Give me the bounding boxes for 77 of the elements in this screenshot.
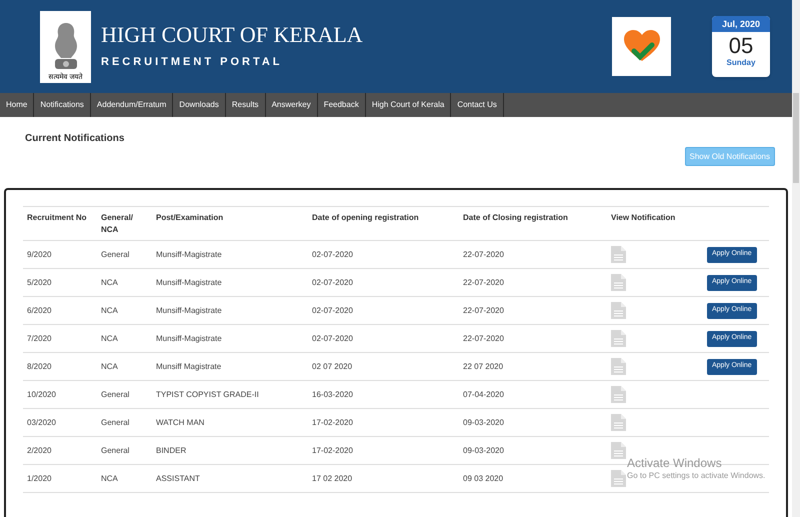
table-cell: ASSISTANT — [156, 474, 200, 482]
nav-link[interactable]: High Court of Kerala — [366, 93, 452, 117]
calendar-day: 05 — [712, 35, 770, 57]
nav-link[interactable]: Addendum/Erratum — [90, 93, 174, 117]
table-cell: 2/2020 — [27, 446, 52, 454]
table-cell: 02-07-2020 — [312, 278, 353, 286]
document-icon[interactable] — [611, 386, 626, 403]
table-cell: Munsiff-Magistrate — [156, 278, 222, 286]
table-cell: 1/2020 — [27, 474, 52, 482]
table-cell: 22-07-2020 — [463, 250, 504, 258]
table-cell: NCA — [101, 334, 118, 342]
column-header: Post/Examination — [156, 213, 224, 222]
table-cell: 10/2020 — [27, 390, 56, 398]
table-cell: NCA — [101, 474, 118, 482]
activation-message: Go to PC settings to activate Windows. — [627, 470, 766, 482]
table-cell: BINDER — [156, 446, 186, 454]
table-cell: 22 07 2020 — [463, 362, 504, 370]
table-cell: 17 02 2020 — [312, 474, 352, 482]
section-heading: Current Notifications — [25, 132, 124, 146]
document-icon[interactable] — [611, 414, 626, 431]
column-header: View Notification — [611, 213, 676, 222]
table-cell: TYPIST COPYIST GRADE-II — [156, 390, 259, 398]
table-cell: 22-07-2020 — [463, 278, 504, 286]
document-icon[interactable] — [611, 274, 626, 291]
table-cell: 8/2020 — [27, 362, 52, 370]
site-title: HIGH COURT OF KERALA — [101, 22, 363, 48]
table-cell: NCA — [101, 306, 118, 314]
table-cell: 07-04-2020 — [463, 390, 504, 398]
table-cell: General — [101, 446, 130, 454]
table-cell: 02 07 2020 — [312, 362, 352, 370]
nav-link[interactable]: Home — [0, 93, 34, 117]
table-cell: 22-07-2020 — [463, 306, 504, 314]
nav-link[interactable]: Contact Us — [451, 93, 504, 117]
nav-link[interactable]: Results — [226, 93, 266, 117]
table-cell: 9/2020 — [27, 250, 52, 258]
nav-link[interactable]: Answerkey — [266, 93, 318, 117]
column-header: Date of opening registration — [312, 213, 419, 222]
table-cell: General — [101, 418, 130, 426]
table-cell: 16-03-2020 — [312, 390, 353, 398]
activation-title: Activate Windows — [627, 456, 723, 470]
document-icon[interactable] — [611, 470, 626, 487]
table-cell: 5/2020 — [27, 278, 52, 286]
table-cell: NCA — [101, 362, 118, 370]
table-cell: NCA — [101, 278, 118, 286]
table-cell: 02-07-2020 — [312, 334, 353, 342]
table-cell: 6/2020 — [27, 306, 52, 314]
table-cell: General — [101, 250, 130, 258]
calendar-weekday: Sunday — [726, 57, 756, 69]
table-cell: 03/2020 — [27, 418, 56, 426]
table-cell: 02-07-2020 — [312, 306, 353, 314]
table-cell: 09 03 2020 — [463, 474, 504, 482]
table-cell: 09-03-2020 — [463, 418, 504, 426]
document-icon[interactable] — [611, 246, 626, 263]
nav-link[interactable]: Feedback — [318, 93, 366, 117]
document-icon[interactable] — [611, 442, 626, 459]
table-cell: 17-02-2020 — [312, 446, 353, 454]
table-cell: 7/2020 — [27, 334, 52, 342]
table-cell: Munsiff-Magistrate — [156, 306, 222, 314]
document-icon[interactable] — [611, 358, 626, 375]
calendar-month: Jul, 2020 — [712, 16, 770, 32]
table-cell: Munsiff-Magistrate — [156, 250, 222, 258]
site-subtitle: RECRUITMENT PORTAL — [101, 55, 284, 70]
table-cell: 09-03-2020 — [463, 446, 504, 454]
column-header: Recruitment No — [27, 213, 87, 222]
table-cell: Munsiff-Magistrate — [156, 334, 222, 342]
nav-link[interactable]: Notifications — [34, 93, 91, 117]
document-icon[interactable] — [611, 302, 626, 319]
document-icon[interactable] — [611, 330, 626, 347]
nav-link[interactable]: Downloads — [173, 93, 226, 117]
column-header: Date of Closing registration — [463, 213, 568, 222]
table-cell: 02-07-2020 — [312, 250, 353, 258]
table-cell: General — [101, 390, 130, 398]
table-cell: 17-02-2020 — [312, 418, 353, 426]
table-cell: WATCH MAN — [156, 418, 204, 426]
table-cell: Munsiff Magistrate — [156, 362, 222, 370]
table-cell: 22-07-2020 — [463, 334, 504, 342]
column-header: General/ NCA — [101, 213, 134, 234]
